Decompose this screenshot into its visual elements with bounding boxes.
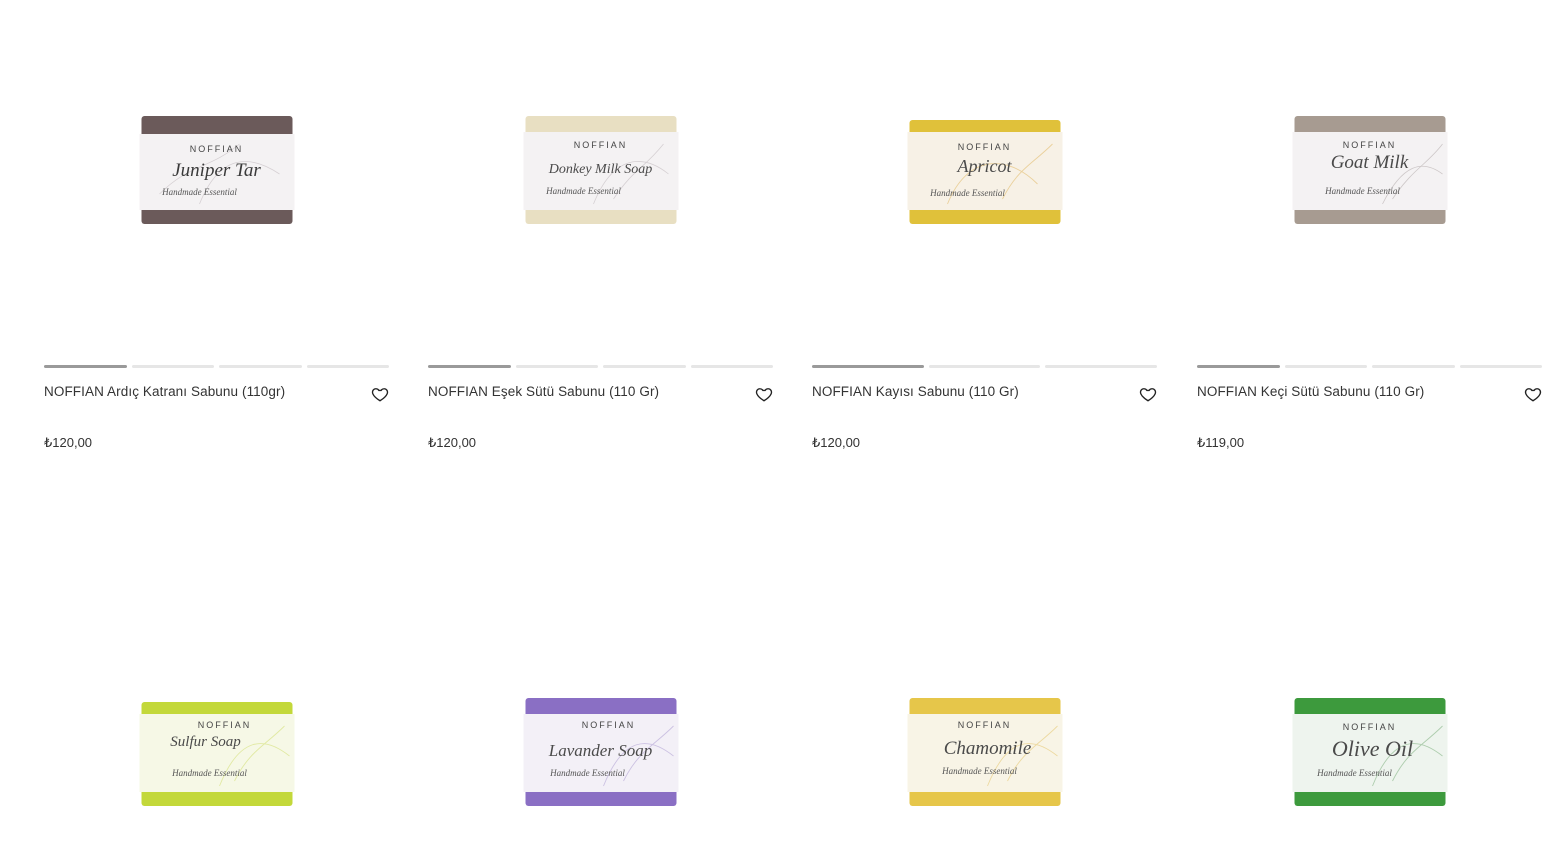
soap-label-text: Chamomile [943,738,1031,759]
soap-brand-text: NOFFIAN [573,140,627,150]
product-image-area[interactable]: NOFFIAN Sulfur Soap Handmade Essential [44,520,389,860]
slider-dot[interactable] [515,365,598,368]
soap-bar-image: NOFFIAN Apricot Handmade Essential [907,120,1062,224]
image-slider-indicator[interactable] [428,365,773,368]
slider-dot[interactable] [812,365,924,368]
slider-dot[interactable] [1372,365,1455,368]
product-card[interactable]: NOFFIAN Apricot Handmade Essential NOFFI… [812,0,1158,450]
soap-bar-image: NOFFIAN Lavander Soap Handmade Essential [523,698,678,806]
product-price: ₺120,00 [428,435,477,450]
slider-dot[interactable] [1459,365,1542,368]
product-card[interactable]: NOFFIAN Donkey Milk Soap Handmade Essent… [428,0,773,450]
slider-dot[interactable] [928,365,1041,368]
soap-label-text: Goat Milk [1330,152,1408,173]
soap-label-text: Apricot [956,156,1012,176]
product-card[interactable]: NOFFIAN Lavander Soap Handmade Essential [428,520,773,860]
product-image[interactable]: NOFFIAN Olive Oil Handmade Essential [1292,696,1447,808]
slider-dot[interactable] [1284,365,1367,368]
soap-brand-text: NOFFIAN [1342,140,1396,150]
soap-bar-image: NOFFIAN Juniper Tar Handmade Essential [139,116,294,224]
soap-brand-text: NOFFIAN [189,144,243,154]
soap-sub-text: Handmade Essential [545,186,621,196]
slider-dot[interactable] [44,365,127,368]
soap-label-text: Sulfur Soap [170,734,241,750]
slider-dot[interactable] [1045,365,1158,368]
product-card[interactable]: NOFFIAN Juniper Tar Handmade Essential N… [44,0,389,450]
product-image-area[interactable]: NOFFIAN Chamomile Handmade Essential [812,520,1157,860]
product-title[interactable]: NOFFIAN Kayısı Sabunu (110 Gr) [812,384,1112,399]
slider-dot[interactable] [131,365,214,368]
product-image[interactable]: NOFFIAN Donkey Milk Soap Handmade Essent… [523,114,678,226]
product-image-area[interactable]: NOFFIAN Lavander Soap Handmade Essential [428,520,773,860]
product-image-area[interactable]: NOFFIAN Donkey Milk Soap Handmade Essent… [428,0,773,340]
soap-bar-image: NOFFIAN Sulfur Soap Handmade Essential [139,702,294,806]
favorite-button[interactable] [371,385,389,403]
soap-brand-text: NOFFIAN [957,720,1011,730]
soap-sub-text: Handmade Essential [929,188,1005,198]
slider-dot[interactable] [603,365,686,368]
image-slider-indicator[interactable] [1197,365,1542,368]
favorite-button[interactable] [1139,385,1157,403]
favorite-button[interactable] [755,385,773,403]
product-card[interactable]: NOFFIAN Sulfur Soap Handmade Essential [44,520,389,860]
product-image[interactable]: NOFFIAN Lavander Soap Handmade Essential [523,696,678,808]
soap-brand-text: NOFFIAN [197,720,251,730]
product-card[interactable]: NOFFIAN Olive Oil Handmade Essential [1197,520,1542,860]
soap-label-text: Lavander Soap [547,741,651,760]
soap-sub-text: Handmade Essential [1316,768,1392,778]
soap-label-text: Donkey Milk Soap [547,162,651,177]
product-card[interactable]: NOFFIAN Goat Milk Handmade Essential NOF… [1197,0,1542,450]
product-image-area[interactable]: NOFFIAN Goat Milk Handmade Essential [1197,0,1542,340]
soap-bar-image: NOFFIAN Goat Milk Handmade Essential [1292,116,1447,224]
image-slider-indicator[interactable] [44,365,389,368]
heart-outline-icon [755,388,773,402]
soap-bar-image: NOFFIAN Chamomile Handmade Essential [907,698,1062,806]
soap-sub-text: Handmade Essential [549,768,625,778]
soap-brand-text: NOFFIAN [957,142,1011,152]
image-slider-indicator[interactable] [812,365,1158,368]
product-image[interactable]: NOFFIAN Goat Milk Handmade Essential [1292,114,1447,226]
product-image-area[interactable]: NOFFIAN Apricot Handmade Essential [812,0,1157,340]
product-image[interactable]: NOFFIAN Apricot Handmade Essential [907,114,1062,226]
soap-sub-text: Handmade Essential [171,768,247,778]
product-image[interactable]: NOFFIAN Sulfur Soap Handmade Essential [139,696,294,808]
soap-sub-text: Handmade Essential [161,187,237,197]
product-price: ₺120,00 [812,435,861,450]
product-price: ₺120,00 [44,435,93,450]
product-title[interactable]: NOFFIAN Eşek Sütü Sabunu (110 Gr) [428,384,728,399]
product-image[interactable]: NOFFIAN Juniper Tar Handmade Essential [139,114,294,226]
product-image-area[interactable]: NOFFIAN Juniper Tar Handmade Essential [44,0,389,340]
heart-outline-icon [1139,388,1157,402]
soap-sub-text: Handmade Essential [1324,186,1400,196]
slider-dot[interactable] [219,365,302,368]
product-price: ₺119,00 [1197,435,1245,450]
soap-brand-text: NOFFIAN [1342,722,1396,732]
slider-dot[interactable] [1197,365,1280,368]
soap-sub-text: Handmade Essential [941,766,1017,776]
soap-brand-text: NOFFIAN [581,720,635,730]
soap-bar-image: NOFFIAN Donkey Milk Soap Handmade Essent… [523,116,678,224]
soap-label-text: Juniper Tar [172,160,261,181]
slider-dot[interactable] [306,365,389,368]
soap-bar-image: NOFFIAN Olive Oil Handmade Essential [1292,698,1447,806]
heart-outline-icon [371,388,389,402]
product-title[interactable]: NOFFIAN Ardıç Katranı Sabunu (110gr) [44,384,344,399]
favorite-button[interactable] [1524,385,1542,403]
product-image[interactable]: NOFFIAN Chamomile Handmade Essential [907,696,1062,808]
soap-label-text: Olive Oil [1331,736,1412,761]
product-image-area[interactable]: NOFFIAN Olive Oil Handmade Essential [1197,520,1542,860]
heart-outline-icon [1524,388,1542,402]
slider-dot[interactable] [690,365,773,368]
product-title[interactable]: NOFFIAN Keçi Sütü Sabunu (110 Gr) [1197,384,1497,399]
slider-dot[interactable] [428,365,511,368]
product-card[interactable]: NOFFIAN Chamomile Handmade Essential [812,520,1157,860]
